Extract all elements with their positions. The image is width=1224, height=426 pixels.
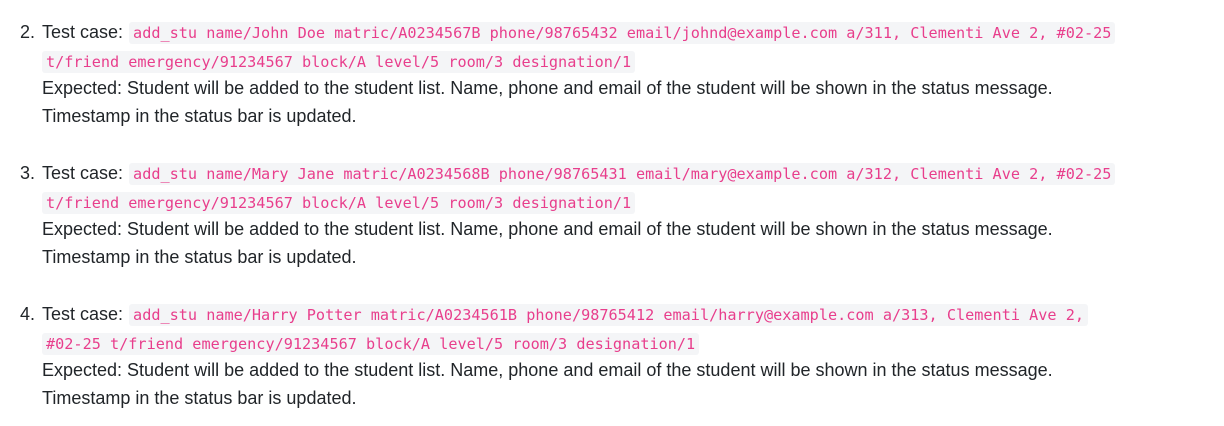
list-number: 2. — [20, 22, 36, 42]
command-code: add_stu name/Mary Jane matric/A0234568B … — [129, 163, 1116, 185]
expected-text-continued: Timestamp in the status bar is updated. — [42, 106, 357, 126]
test-case-line: Test case: add_stu name/Mary Jane matric/… — [42, 159, 1216, 188]
test-case-label: Test case: — [42, 22, 124, 42]
test-case-line-continued: t/friend emergency/91234567 block/A leve… — [42, 188, 1216, 217]
command-code: add_stu name/John Doe matric/A0234567B p… — [129, 22, 1116, 44]
command-code-continued: t/friend emergency/91234567 block/A leve… — [42, 51, 636, 73]
list-number: 4. — [20, 304, 36, 324]
expected-text: Expected: Student will be added to the s… — [42, 360, 1053, 380]
test-case-line-continued: t/friend emergency/91234567 block/A leve… — [42, 47, 1216, 76]
test-case-line: Test case: add_stu name/Harry Potter matr… — [42, 300, 1216, 329]
expected-text-continued: Timestamp in the status bar is updated. — [42, 388, 357, 408]
test-case-label: Test case: — [42, 163, 124, 183]
expected-text: Expected: Student will be added to the s… — [42, 78, 1053, 98]
expected-text-continued: Timestamp in the status bar is updated. — [42, 247, 357, 267]
list-number: 3. — [20, 163, 36, 183]
test-case-line-continued: #02-25 t/friend emergency/91234567 block… — [42, 329, 1216, 358]
test-case-label: Test case: — [42, 304, 124, 324]
command-code: add_stu name/Harry Potter matric/A023456… — [129, 304, 1088, 326]
expected-text: Expected: Student will be added to the s… — [42, 219, 1053, 239]
command-code-continued: t/friend emergency/91234567 block/A leve… — [42, 192, 636, 214]
command-code-continued: #02-25 t/friend emergency/91234567 block… — [42, 333, 700, 355]
test-case-line: Test case: add_stu name/John Doe matric/A… — [42, 18, 1216, 47]
